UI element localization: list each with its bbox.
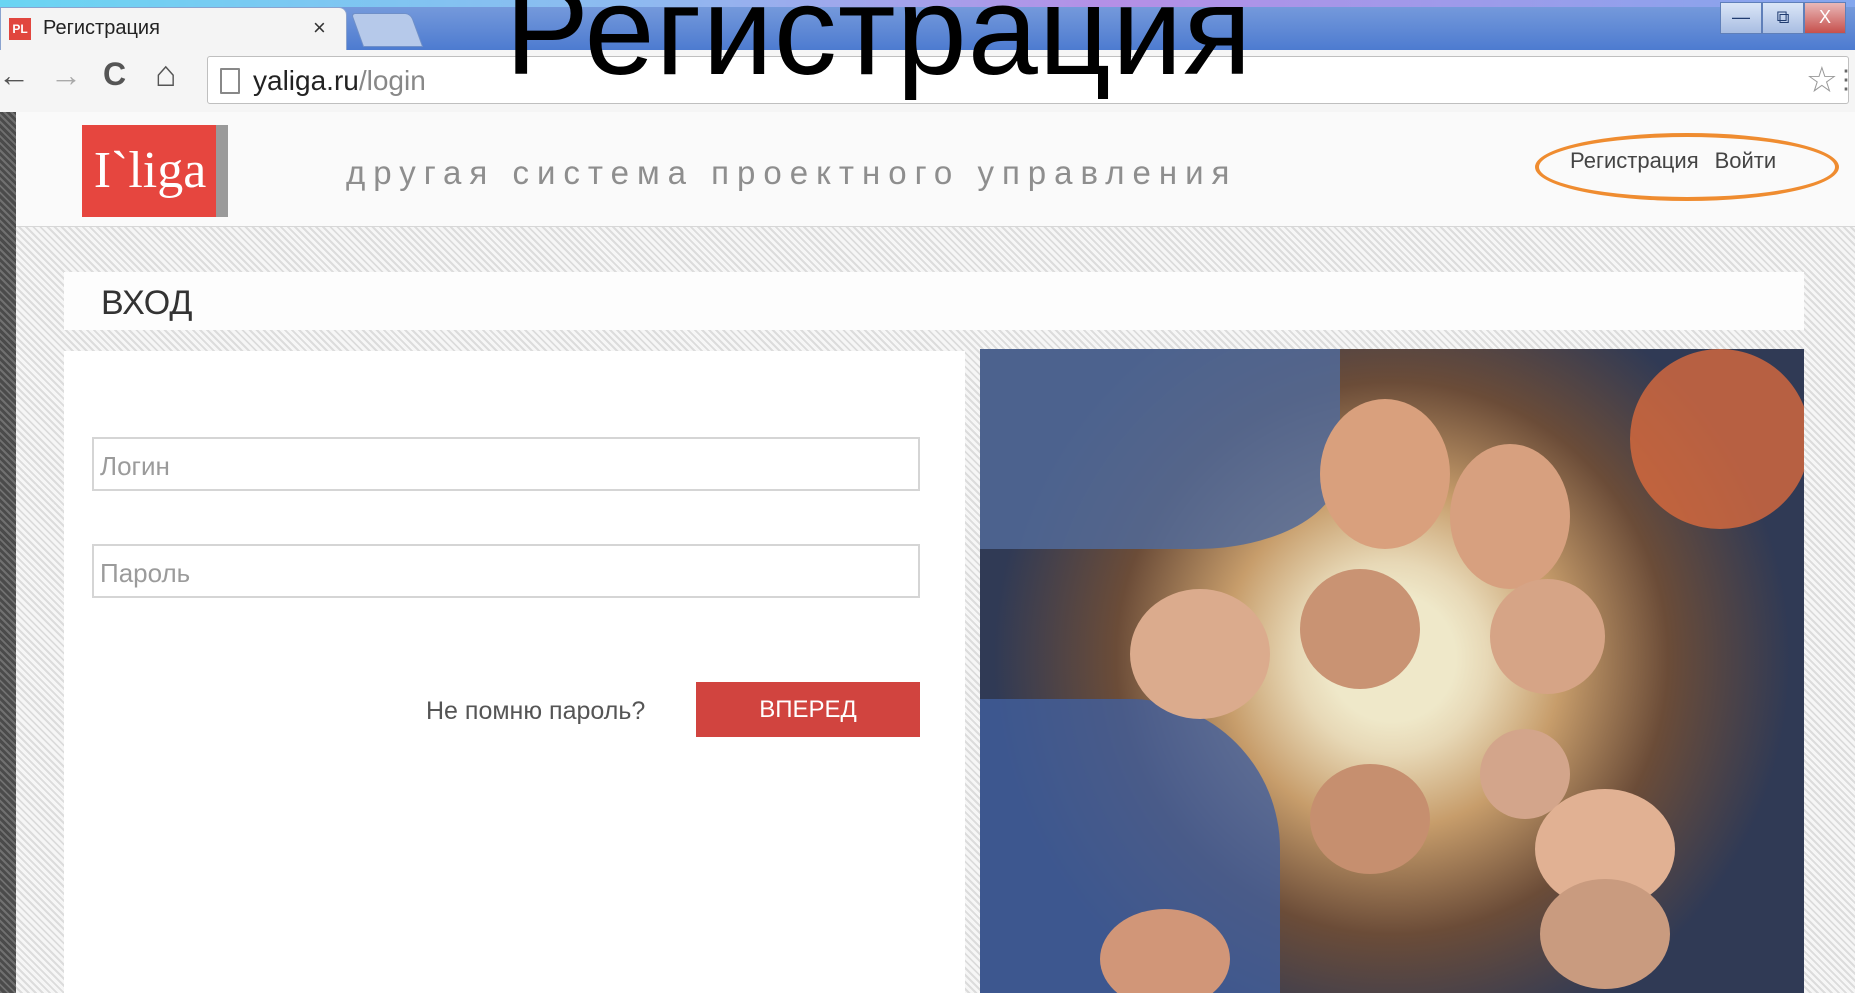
submit-button[interactable]: ВПЕРЕД [696,682,920,737]
url-text: yaliga.ru/login [253,65,426,96]
reload-icon[interactable]: C [103,58,126,90]
back-arrow-icon[interactable]: ← [0,59,30,91]
forgot-password-link[interactable]: Не помню пароль? [426,697,645,726]
window-left-edge [0,112,16,993]
password-placeholder: Пароль [100,558,191,588]
new-tab-button[interactable] [350,13,424,47]
page-icon [220,68,240,94]
home-icon[interactable]: ⌂ [155,56,177,92]
login-header: ВХОД [64,272,1804,330]
close-window-icon[interactable]: X [1804,2,1846,34]
password-input[interactable]: Пароль [92,544,920,598]
minimize-icon[interactable]: — [1720,2,1762,34]
close-tab-button[interactable]: × [313,15,326,41]
login-title: ВХОД [101,284,193,322]
login-input[interactable]: Логин [92,437,920,491]
restore-icon[interactable]: ⧉ [1762,2,1804,34]
people-photo [980,349,1804,993]
tab-favicon-icon: PL [9,18,31,40]
menu-icon[interactable]: ⋮ [1833,64,1855,95]
window-controls: — ⧉ X [1720,2,1855,34]
site-tagline: другая система проектного управления [346,154,1238,191]
slide-title: Регистрация [505,0,1253,101]
logo-accent-bar [216,125,228,217]
login-placeholder: Логин [100,451,170,481]
login-form: Логин Пароль Не помню пароль? ВПЕРЕД [64,351,965,993]
browser-tab[interactable]: PL Регистрация X × [0,7,347,53]
highlight-ellipse [1535,133,1839,201]
tab-title: Регистрация [43,17,160,39]
forward-arrow-icon[interactable]: → [50,59,82,91]
site-logo[interactable]: I`liga [82,125,218,217]
